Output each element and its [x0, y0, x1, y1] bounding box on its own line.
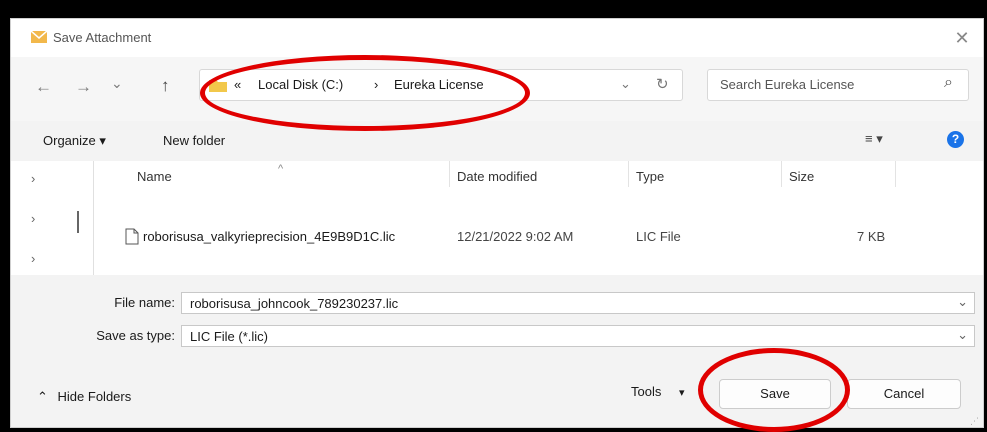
organize-button[interactable]: Organize ▾: [43, 133, 106, 149]
pane-divider[interactable]: [93, 161, 94, 275]
file-type: LIC File: [636, 229, 681, 244]
tree-expand-icon[interactable]: ›: [31, 251, 35, 266]
hide-folders-button[interactable]: ⌃ Hide Folders: [37, 389, 131, 405]
window-title: Save Attachment: [53, 30, 152, 45]
refresh-icon[interactable]: ↻: [656, 75, 669, 93]
back-arrow-icon: ←: [35, 77, 52, 96]
search-icon: ⌕: [944, 74, 953, 91]
column-divider[interactable]: [449, 161, 450, 187]
command-toolbar: Organize ▾ New folder ≡ ▾ ?: [11, 121, 983, 161]
close-icon: ✕: [954, 28, 970, 48]
breadcrumb-local-disk[interactable]: Local Disk (C:): [258, 77, 343, 92]
breadcrumb-separator: ›: [374, 77, 379, 92]
tools-button[interactable]: Tools ▾: [631, 384, 685, 399]
column-divider[interactable]: [895, 161, 896, 187]
file-icon: [125, 228, 139, 245]
save-as-type-value: LIC File (*.lic): [190, 329, 269, 344]
file-name-value: roborisusa_johncook_789230237.lic: [190, 296, 399, 311]
folder-icon: [209, 80, 227, 92]
file-size: 7 KB: [857, 229, 886, 244]
view-options-button[interactable]: ≡ ▾: [865, 131, 883, 147]
breadcrumb-eureka-license[interactable]: Eureka License: [394, 77, 484, 92]
column-divider[interactable]: [781, 161, 782, 187]
search-box[interactable]: Search Eureka License ⌕: [707, 69, 969, 101]
sort-up-icon: ^: [278, 163, 284, 175]
tree-scrollbar[interactable]: [77, 211, 79, 233]
help-icon[interactable]: ?: [947, 131, 964, 148]
recent-locations-button[interactable]: ⌄: [111, 75, 123, 92]
cancel-button[interactable]: Cancel: [847, 379, 961, 409]
address-bar[interactable]: « Local Disk (C:) › Eureka License ⌄ ↻: [199, 69, 683, 101]
new-folder-button[interactable]: New folder: [163, 133, 225, 148]
chevron-down-icon[interactable]: ⌄: [957, 294, 968, 310]
file-row[interactable]: roborisusa_valkyrieprecision_4E9B9D1C.li…: [117, 225, 907, 249]
save-button[interactable]: Save: [719, 379, 831, 409]
column-divider[interactable]: [628, 161, 629, 187]
column-header-date[interactable]: Date modified: [457, 169, 537, 184]
resize-grip-icon[interactable]: ⋰: [970, 416, 979, 427]
tools-label: Tools: [631, 384, 662, 399]
search-placeholder: Search Eureka License: [720, 77, 855, 92]
tree-expand-icon[interactable]: ›: [31, 171, 35, 186]
save-as-type-label: Save as type:: [96, 328, 175, 343]
up-arrow-icon: ↑: [161, 76, 170, 95]
chevron-down-icon: ⌄: [111, 75, 123, 91]
address-dropdown-icon[interactable]: ⌄: [620, 76, 631, 92]
column-header-size[interactable]: Size: [789, 169, 814, 184]
forward-button[interactable]: →: [75, 77, 92, 97]
save-as-type-select[interactable]: LIC File (*.lic) ⌄: [181, 325, 975, 347]
breadcrumb-overflow[interactable]: «: [234, 77, 241, 92]
tree-expand-icon[interactable]: ›: [31, 211, 35, 226]
tools-dropdown-icon: ▾: [678, 387, 685, 399]
back-button[interactable]: ←: [35, 77, 52, 97]
forward-arrow-icon: →: [75, 77, 92, 96]
file-view: › › › Name ^ Date modified Type Size rob…: [11, 161, 983, 275]
navigation-bar: ← → ⌄ ↑ « Local Disk (C:) › Eureka Licen…: [11, 57, 983, 122]
column-header-name[interactable]: Name: [137, 169, 172, 184]
close-button[interactable]: ✕: [949, 25, 975, 51]
chevron-up-icon: ⌃: [37, 389, 48, 404]
dialog-footer: ⌃ Hide Folders Tools ▾ Save Cancel ⋰: [11, 371, 983, 427]
file-name-label: File name:: [114, 295, 175, 310]
up-button[interactable]: ↑: [161, 76, 170, 96]
file-name-input[interactable]: roborisusa_johncook_789230237.lic ⌄: [181, 292, 975, 314]
hide-folders-label: Hide Folders: [57, 389, 132, 404]
folder-tree: › › ›: [11, 161, 93, 275]
save-attachment-dialog: Save Attachment ✕ ← → ⌄ ↑ « Local Disk (…: [10, 18, 984, 428]
chevron-down-icon[interactable]: ⌄: [957, 327, 968, 343]
title-bar: Save Attachment ✕: [11, 19, 983, 57]
column-header-type[interactable]: Type: [636, 169, 664, 184]
file-date: 12/21/2022 9:02 AM: [457, 229, 574, 244]
mail-icon: [31, 31, 47, 43]
file-name: roborisusa_valkyrieprecision_4E9B9D1C.li…: [143, 229, 396, 244]
